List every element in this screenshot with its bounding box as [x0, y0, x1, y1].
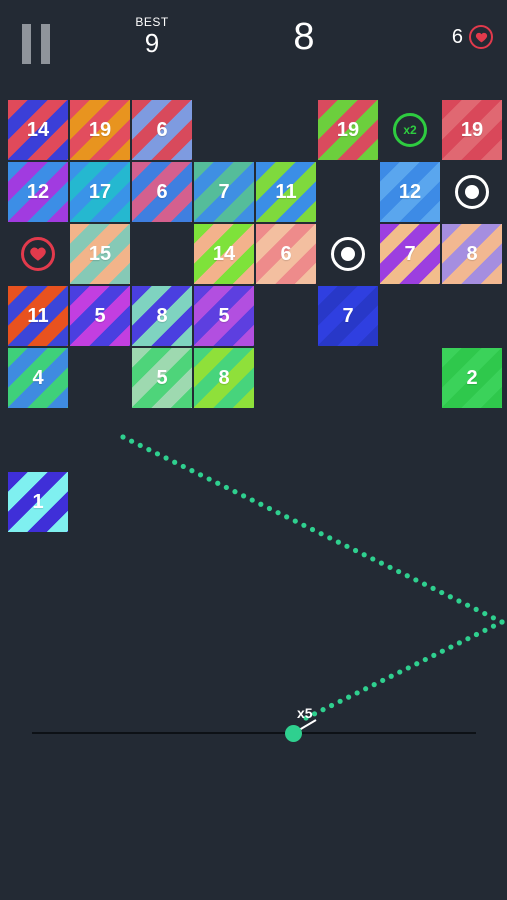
trajectory-dot	[354, 690, 360, 696]
floor-line	[32, 732, 476, 734]
trajectory-dot	[363, 686, 369, 692]
trajectory-dot	[421, 581, 428, 587]
trajectory-dot	[180, 463, 186, 470]
trajectory-dot	[447, 594, 453, 600]
trajectory-dot	[249, 497, 255, 503]
trajectory-dot	[482, 610, 488, 617]
trajectory-dot	[129, 438, 135, 444]
trajectory-dot	[120, 434, 126, 440]
trajectory-dot	[292, 518, 298, 524]
trajectory-dot	[344, 543, 350, 549]
trajectory-dot	[301, 522, 307, 528]
trajectory-dot	[215, 480, 221, 486]
trajectory-dot	[137, 442, 143, 449]
trajectory-dot	[387, 564, 393, 570]
trajectory-dot	[456, 640, 462, 646]
trajectory-dot	[327, 535, 333, 541]
trajectory-dot	[456, 598, 462, 604]
trajectory-dot	[430, 585, 436, 591]
trajectory-dot	[328, 702, 335, 709]
trajectory-dot	[439, 589, 445, 596]
trajectory-dot	[396, 568, 402, 575]
trajectory-dot	[473, 631, 480, 638]
trajectory-dot	[163, 455, 169, 461]
trajectory-dot	[465, 636, 471, 642]
trajectory-dot	[422, 656, 428, 663]
trajectory-dot	[448, 644, 454, 650]
trajectory-dot	[284, 514, 290, 520]
trajectory-dot	[223, 484, 229, 491]
trajectory-dot	[309, 526, 316, 533]
trajectory-dot	[361, 552, 367, 558]
trajectory-dot	[405, 665, 411, 671]
trajectory-dot	[413, 577, 419, 583]
trajectory-dot	[197, 472, 204, 478]
trajectory-dot	[189, 468, 195, 474]
ball-count: x5	[297, 705, 313, 721]
trajectory-dot	[318, 531, 324, 537]
trajectory-dot	[232, 489, 238, 495]
trajectory-dot	[337, 698, 343, 704]
trajectory-dot	[482, 627, 488, 633]
trajectory-dot	[266, 505, 273, 512]
trajectory-dot	[154, 451, 161, 457]
ball-launcher[interactable]	[285, 725, 302, 742]
trajectory-dot	[371, 682, 377, 688]
trajectory-dot	[206, 476, 212, 482]
trajectory-dot	[320, 707, 326, 713]
trajectory-dot	[464, 602, 471, 608]
trajectory-dot	[258, 501, 264, 507]
trajectory-dot	[473, 606, 479, 612]
trajectory-dot	[370, 556, 376, 562]
trajectory-dot	[388, 673, 394, 679]
trajectory-dot	[240, 493, 247, 499]
trajectory-dot	[397, 669, 403, 675]
trajectory-dot	[146, 447, 152, 453]
trajectory-dot	[352, 547, 359, 554]
trajectory-dot	[439, 648, 445, 654]
aim-trajectory	[120, 434, 505, 734]
trajectory-dot	[431, 652, 437, 658]
trajectory-dot	[490, 615, 496, 621]
trajectory-dot	[275, 510, 281, 516]
trajectory-dot	[335, 539, 341, 545]
trajectory-dot	[380, 677, 386, 684]
trajectory-dot	[378, 560, 385, 566]
trajectory-dot	[490, 623, 497, 629]
trajectory-dot	[404, 573, 410, 579]
trajectory-dot	[499, 619, 505, 625]
trajectory-dot	[172, 459, 178, 465]
trajectory-dot	[346, 694, 352, 700]
trajectory-dot	[414, 661, 420, 667]
